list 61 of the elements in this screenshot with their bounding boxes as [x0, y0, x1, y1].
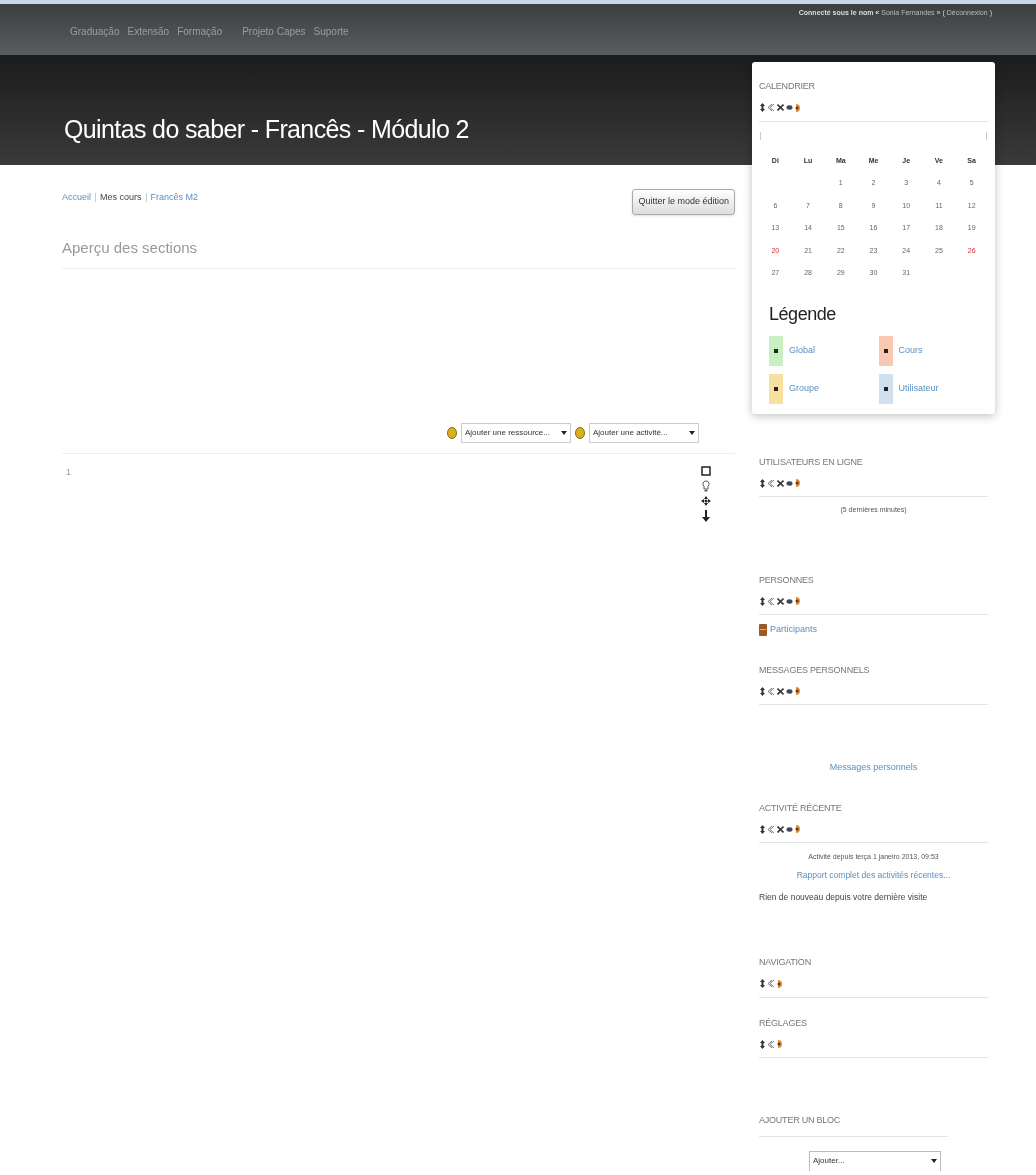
block-title: RÉGLAGES [759, 1016, 807, 1030]
block-title: UTILISATEURS EN LIGNE [759, 455, 863, 469]
block-title: NAVIGATION [759, 956, 811, 969]
section-heading: Aperçu des sections [62, 238, 198, 258]
exit-edit-button[interactable]: Quitter le mode édition [632, 189, 735, 215]
legend-link[interactable]: Cours [898, 343, 923, 358]
collapse-icon[interactable] [768, 596, 775, 606]
move-icon[interactable] [759, 824, 766, 834]
delete-icon[interactable] [777, 478, 784, 488]
messages-link[interactable]: Messages personnels [829, 761, 918, 775]
collapse-icon[interactable] [768, 979, 775, 988]
move-icon[interactable] [759, 979, 766, 988]
participants-link[interactable]: Participants [759, 623, 818, 637]
down-arrow-icon[interactable] [702, 509, 710, 522]
eye-icon[interactable] [786, 103, 793, 112]
block-title: CALENDRIER [759, 80, 815, 93]
collapse-icon[interactable] [768, 103, 775, 112]
legend-link[interactable]: Groupe [789, 381, 820, 396]
legend-title: Légende [769, 302, 836, 326]
help-icon [575, 426, 585, 439]
block-title: PERSONNES [759, 573, 814, 587]
collapse-icon[interactable] [768, 1039, 775, 1049]
move-icon[interactable] [701, 495, 711, 506]
course-title: Quintas do saber - Francês - Módulo 2 [64, 117, 469, 142]
breadcrumb-link[interactable]: Accueil [62, 191, 91, 205]
move-icon[interactable] [759, 596, 766, 606]
collapse-icon[interactable] [768, 824, 775, 834]
delete-icon[interactable] [777, 824, 784, 834]
move-icon[interactable] [759, 1039, 766, 1049]
eye-icon[interactable] [786, 478, 793, 488]
eye-icon[interactable] [786, 686, 793, 696]
caret-icon [931, 1159, 937, 1163]
move-icon[interactable] [759, 478, 766, 488]
help-icon [447, 426, 457, 439]
dropdown[interactable]: Ajouter une ressource... [461, 422, 571, 443]
eye-icon[interactable] [786, 596, 793, 606]
square-icon[interactable] [701, 465, 711, 476]
no-news-text: Rien de nouveau depuis votre dernière visite [759, 891, 929, 904]
block-title: MESSAGES PERSONNELS [759, 663, 870, 677]
breadcrumb-link[interactable]: Mes cours [100, 191, 142, 205]
add-block-dropdown[interactable]: Ajouter... [809, 1150, 941, 1171]
breadcrumb-link[interactable]: Francês M2 [150, 191, 199, 205]
full-report-link[interactable]: Rapport complet des activités récentes... [796, 868, 951, 882]
lightbulb-icon[interactable] [702, 479, 710, 492]
block-title: AJOUTER UN BLOC [759, 1114, 841, 1127]
delete-icon[interactable] [777, 686, 784, 696]
move-icon[interactable] [759, 686, 766, 696]
block-title: ACTIVITÉ RÉCENTE [759, 801, 842, 815]
legend-link[interactable]: Global [789, 343, 815, 358]
caret-icon [561, 430, 567, 435]
dropdown[interactable]: Ajouter une activité... [589, 422, 699, 443]
section-number: 1 [66, 465, 71, 479]
people-icon [759, 623, 767, 636]
move-icon[interactable] [759, 103, 766, 112]
delete-icon[interactable] [777, 596, 784, 606]
collapse-icon[interactable] [768, 686, 775, 696]
caret-icon [689, 430, 695, 435]
delete-icon[interactable] [777, 103, 784, 112]
collapse-icon[interactable] [768, 478, 775, 488]
legend-link[interactable]: Utilisateur [898, 381, 939, 396]
eye-icon[interactable] [786, 824, 793, 834]
